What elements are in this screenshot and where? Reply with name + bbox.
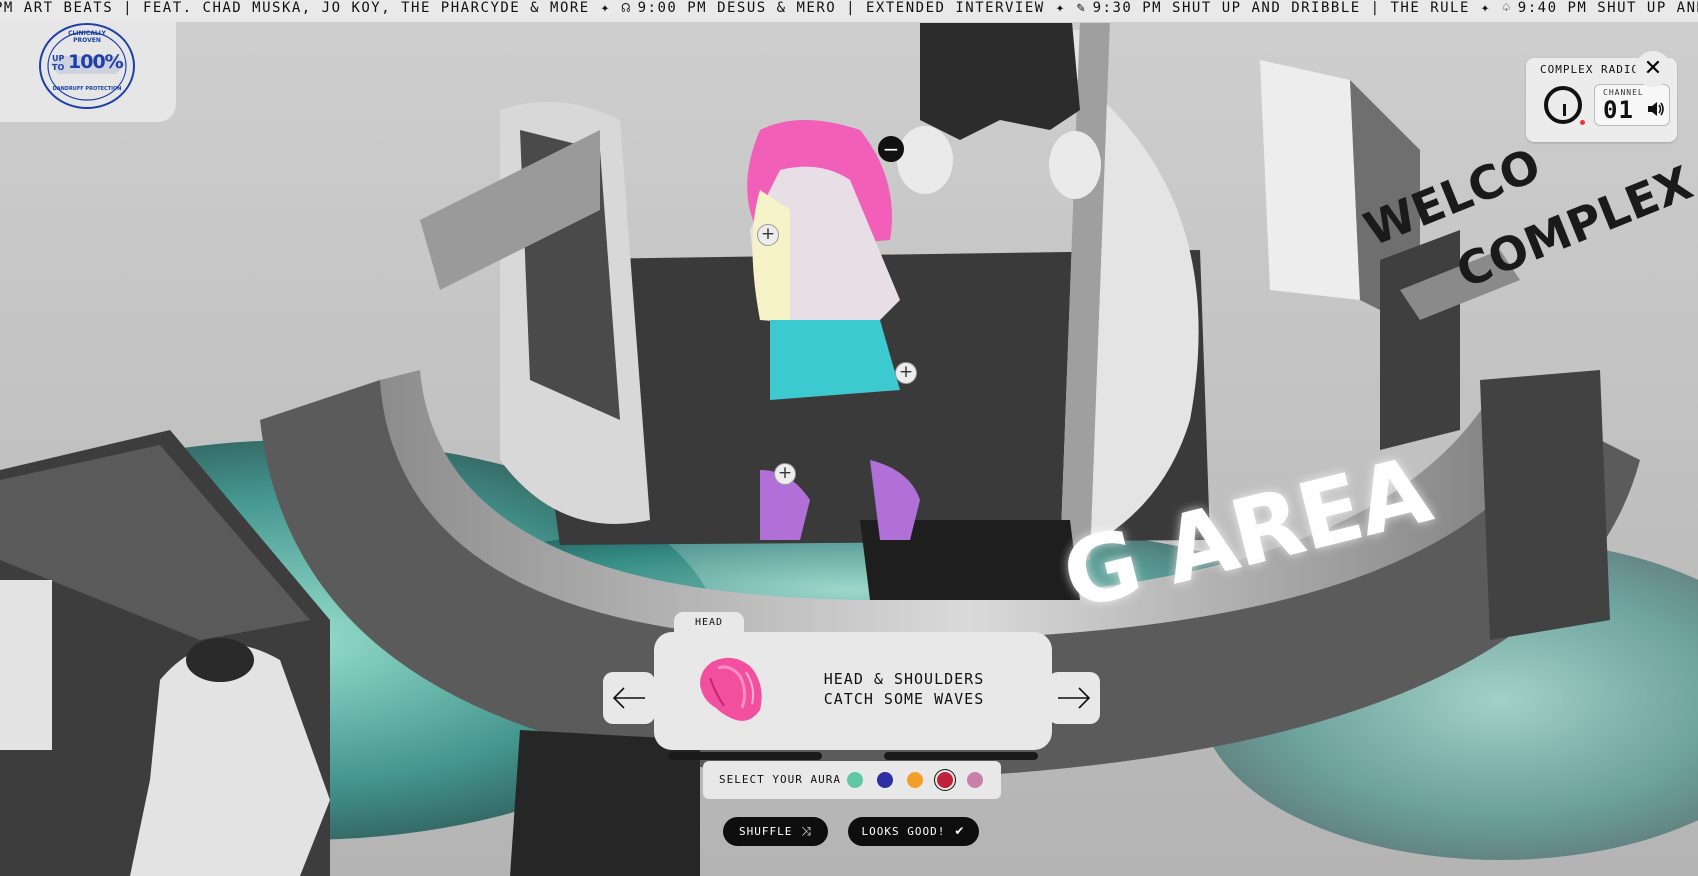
aura-label: SELECT YOUR AURA [719, 773, 841, 786]
aura-swatch-blue[interactable] [877, 772, 893, 788]
sponsor-logo[interactable]: CLINICALLY PROVEN UP TO 100% DANDRUFF PR… [36, 22, 138, 110]
looks-good-button[interactable]: LOOKS GOOD! ✔ [848, 817, 979, 846]
speaker-icon[interactable] [1647, 101, 1665, 117]
aura-swatch-teal[interactable] [847, 772, 863, 788]
picker-scrollbar-right[interactable] [884, 752, 1038, 760]
prev-item-button[interactable] [603, 672, 655, 724]
remove-item-button[interactable]: − [878, 136, 904, 162]
schedule-ticker: PM ART BEATS | FEAT. CHAD MUSKA, JO KOY,… [0, 0, 1698, 23]
aura-swatch-orange[interactable] [907, 772, 923, 788]
picker-scrollbar-left[interactable] [668, 752, 822, 760]
headphones-icon: ☊ [621, 0, 632, 16]
channel-number: 01 [1603, 96, 1634, 124]
aura-swatch-red[interactable] [937, 772, 953, 788]
arrow-left-icon [612, 687, 645, 709]
ticker-item: ✎ 9:30 PM SHUT UP AND DRIBBLE | THE RULE [1076, 0, 1470, 16]
item-name: HEAD & SHOULDERS CATCH SOME WAVES [823, 670, 985, 708]
add-shoes-button[interactable]: + [774, 463, 796, 485]
ticker-item: ☊ 9:00 PM DESUS & MERO | EXTENDED INTERVI… [621, 0, 1045, 16]
next-item-button[interactable] [1048, 672, 1100, 724]
aura-swatch-pink[interactable] [967, 772, 983, 788]
pencil-icon: ✎ [1076, 0, 1087, 16]
ticker-item: PM ART BEATS | FEAT. CHAD MUSKA, JO KOY,… [0, 0, 590, 16]
shuffle-button[interactable]: SHUFFLE ⤨ [723, 817, 828, 846]
close-icon[interactable]: ✕ [1635, 51, 1671, 87]
channel-display: CHANNEL 01 [1594, 84, 1670, 126]
add-top-button[interactable]: + [757, 224, 779, 246]
add-bottom-button[interactable]: + [895, 362, 917, 384]
item-thumbnail [700, 657, 762, 721]
radio-title: COMPLEX RADIO [1540, 63, 1640, 76]
ticker-item: ♤9:40 PM SHUT UP AND DRIBBLE | THE R [1501, 0, 1698, 16]
volume-knob[interactable] [1544, 86, 1585, 125]
item-picker: HEAD & SHOULDERS CATCH SOME WAVES [654, 632, 1052, 750]
ticker-track: PM ART BEATS | FEAT. CHAD MUSKA, JO KOY,… [0, 0, 1698, 17]
aura-selector: SELECT YOUR AURA [703, 761, 1001, 799]
arrow-right-icon [1058, 687, 1091, 709]
spade-icon: ♤ [1501, 0, 1512, 16]
check-icon: ✔ [954, 824, 966, 838]
shuffle-icon: ⤨ [801, 824, 812, 838]
